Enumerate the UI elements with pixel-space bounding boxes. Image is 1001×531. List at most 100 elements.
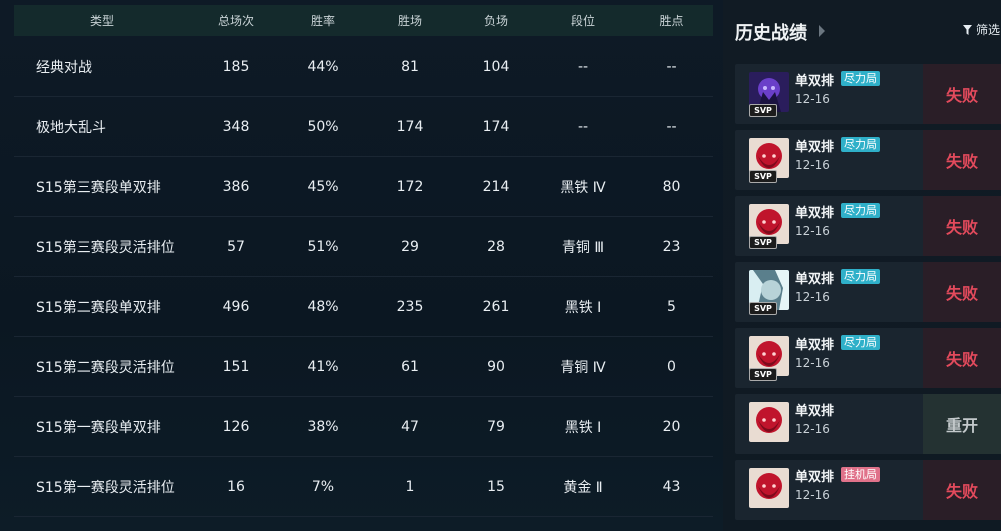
match-tag: 尽力局: [841, 269, 880, 284]
match-date: 12-16: [795, 224, 830, 238]
match-tag: 尽力局: [841, 137, 880, 152]
row-losses: 15: [487, 478, 505, 495]
svp-badge: SVP: [749, 236, 777, 249]
row-wins: 61: [401, 358, 419, 375]
header-rank: 段位: [570, 14, 595, 28]
row-winrate: 7%: [311, 478, 335, 495]
row-rank: 黑铁 Ⅰ: [564, 419, 602, 436]
row-total: 151: [222, 358, 250, 375]
row-winrate: 38%: [307, 418, 339, 435]
row-lp: 23: [662, 238, 681, 255]
table-row[interactable]: S15第一赛段灵活排位 16 7% 1 15 黄金 Ⅱ 43: [14, 457, 713, 517]
header-type: 类型: [89, 14, 114, 28]
row-type: S15第二赛段单双排: [36, 299, 161, 316]
table-row[interactable]: S15第三赛段灵活排位 57 51% 29 28 青铜 Ⅲ 23: [14, 217, 713, 277]
row-winrate: 41%: [307, 358, 339, 375]
match-card[interactable]: SVP 单双排 尽力局 12-16 失败: [735, 262, 1001, 322]
row-winrate: 50%: [307, 118, 339, 135]
match-mode: 单双排: [795, 470, 835, 485]
match-tag: 尽力局: [841, 335, 880, 350]
row-total: 126: [222, 418, 250, 435]
row-winrate: 51%: [307, 238, 339, 255]
match-mode: 单双排: [795, 272, 835, 287]
match-tag: 尽力局: [841, 203, 880, 218]
row-type: S15第三赛段单双排: [36, 179, 161, 196]
svp-badge: SVP: [749, 368, 777, 381]
table-row[interactable]: 经典对战 185 44% 81 104 -- --: [14, 37, 713, 97]
row-lp: 43: [662, 478, 681, 495]
table-row[interactable]: 极地大乱斗 348 50% 174 174 -- --: [14, 97, 713, 157]
filter-icon: [963, 24, 972, 35]
row-type: S15第三赛段灵活排位: [36, 239, 175, 256]
match-date: 12-16: [795, 290, 830, 304]
match-result: 失败: [923, 64, 1001, 124]
match-date: 12-16: [795, 158, 830, 172]
row-total: 16: [227, 478, 245, 495]
header-total: 总场次: [217, 14, 254, 28]
row-losses: 28: [487, 238, 505, 255]
match-card[interactable]: SVP 单双排 尽力局 12-16 失败: [735, 196, 1001, 256]
row-wins: 81: [401, 58, 419, 75]
match-date: 12-16: [795, 356, 830, 370]
stats-table-body: 经典对战 185 44% 81 104 -- -- 极地大乱斗 348 50% 174 174 -- --…: [14, 37, 713, 517]
history-arrow-icon[interactable]: [819, 25, 825, 37]
table-row[interactable]: S15第三赛段单双排 386 45% 172 214 黑铁 Ⅳ 80: [14, 157, 713, 217]
row-wins: 47: [401, 418, 419, 435]
row-lp: 80: [662, 178, 681, 195]
header-losses: 负场: [483, 14, 508, 28]
match-tag: 尽力局: [841, 71, 880, 86]
svp-badge: SVP: [749, 104, 777, 117]
row-wins: 235: [396, 298, 424, 315]
row-losses: 104: [482, 58, 510, 75]
match-result: 失败: [923, 460, 1001, 520]
row-lp: --: [666, 118, 677, 135]
filter-button[interactable]: 筛选: [963, 21, 1000, 38]
row-winrate: 45%: [307, 178, 339, 195]
row-winrate: 44%: [307, 58, 339, 75]
row-type: 经典对战: [36, 59, 92, 76]
match-card[interactable]: SVP 单双排 尽力局 12-16 失败: [735, 64, 1001, 124]
filter-label: 筛选: [976, 23, 1001, 37]
match-card[interactable]: SVP 单双排 尽力局 12-16 失败: [735, 328, 1001, 388]
header-winrate: 胜率: [310, 14, 335, 28]
header-lp: 胜点: [659, 14, 684, 28]
red-champion-icon: [749, 468, 789, 508]
row-losses: 261: [482, 298, 510, 315]
table-row[interactable]: S15第二赛段灵活排位 151 41% 61 90 青铜 Ⅳ 0: [14, 337, 713, 397]
row-rank: 黑铁 Ⅳ: [560, 179, 606, 196]
match-history-panel: 历史战绩 筛选 SVP 单双排 尽力局 12-16 失败 SVP 单双排 尽力局 12-16 失败…: [723, 0, 1001, 531]
match-mode: 单双排: [795, 404, 835, 419]
row-total: 496: [222, 298, 250, 315]
table-row[interactable]: S15第一赛段单双排 126 38% 47 79 黑铁 Ⅰ 20: [14, 397, 713, 457]
row-wins: 174: [396, 118, 424, 135]
row-losses: 174: [482, 118, 510, 135]
row-losses: 79: [487, 418, 505, 435]
row-wins: 1: [405, 478, 415, 495]
row-rank: --: [577, 118, 589, 135]
match-result: 失败: [923, 130, 1001, 190]
match-card[interactable]: 单双排 12-16 重开: [735, 394, 1001, 454]
match-tag: 挂机局: [841, 467, 880, 482]
match-result: 失败: [923, 262, 1001, 322]
row-lp: 0: [667, 358, 676, 375]
row-losses: 214: [482, 178, 510, 195]
row-winrate: 48%: [307, 298, 339, 315]
match-mode: 单双排: [795, 206, 835, 221]
match-card[interactable]: SVP 单双排 尽力局 12-16 失败: [735, 130, 1001, 190]
stats-table-header: 类型 总场次 胜率 胜场 负场 段位 胜点: [14, 5, 713, 36]
table-row[interactable]: S15第二赛段单双排 496 48% 235 261 黑铁 Ⅰ 5: [14, 277, 713, 337]
svp-badge: SVP: [749, 302, 777, 315]
row-rank: 黄金 Ⅱ: [563, 479, 603, 496]
row-lp: --: [666, 58, 677, 75]
match-date: 12-16: [795, 422, 830, 436]
stats-panel: 类型 总场次 胜率 胜场 负场 段位 胜点 经典对战 185 44% 81 104 -- -…: [0, 0, 723, 531]
history-title: 历史战绩: [735, 23, 807, 44]
row-wins: 172: [396, 178, 424, 195]
row-total: 348: [222, 118, 250, 135]
row-total: 185: [222, 58, 250, 75]
match-date: 12-16: [795, 92, 830, 106]
row-type: 极地大乱斗: [36, 119, 106, 136]
match-card[interactable]: 单双排 挂机局 12-16 失败: [735, 460, 1001, 520]
match-mode: 单双排: [795, 74, 835, 89]
row-type: S15第一赛段单双排: [36, 419, 161, 436]
